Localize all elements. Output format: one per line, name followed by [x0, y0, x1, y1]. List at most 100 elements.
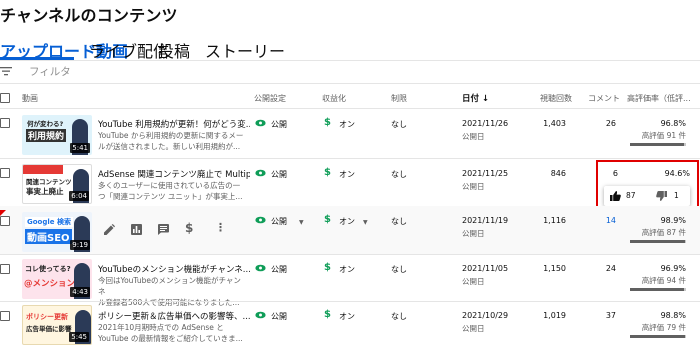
table-row[interactable]: コレ使ってる? @メンション 4:43 YouTubeのメンション機能がチャンネ… [0, 254, 700, 307]
date-status: 公開日 [462, 132, 485, 141]
tab-posts[interactable]: 投稿 [158, 38, 190, 62]
row-checkbox[interactable] [0, 264, 10, 274]
thumbnail-caption-bottom: 利用規約 [26, 129, 67, 142]
monetization-value: オン [339, 217, 355, 226]
video-title[interactable]: YouTube 利用規約が更新！何がどう変... [98, 118, 250, 130]
eye-icon [255, 169, 266, 177]
tab-live[interactable]: ライブ配信 [89, 38, 169, 62]
row-checkbox[interactable] [0, 216, 10, 226]
monetization-value[interactable]: オン [339, 264, 355, 275]
restrictions-value[interactable]: なし [391, 264, 407, 275]
column-header-date-label: 日付 [462, 94, 480, 104]
monetization-dropdown[interactable]: オン ▼ [339, 216, 368, 227]
video-thumbnail[interactable]: 何が変わる? 利用規約 5:41 [22, 115, 92, 155]
dollar-icon: $ [324, 167, 331, 178]
visibility-value[interactable]: 公開 [271, 264, 287, 275]
column-header-comments[interactable]: コメント [588, 93, 620, 104]
like-rate: 98.8% [660, 311, 686, 320]
restrictions-value[interactable]: なし [391, 169, 407, 180]
thumbnail-caption-top: ポリシー更新 [26, 313, 68, 321]
monetization-value[interactable]: オン [339, 169, 355, 180]
thumbnail-caption-top: 何が変わる? [27, 120, 64, 128]
visibility-value[interactable]: 公開 [271, 311, 287, 322]
video-description-line: 今回はYouTubeのメンション機能がチャンネ [98, 276, 241, 296]
video-thumbnail[interactable]: 関連コンテンツ 事実上廃止 6:04 [22, 164, 92, 204]
column-header-likes[interactable]: 高評価率（低評... [627, 93, 691, 104]
video-title[interactable]: AdSense 関連コンテンツ廃止で Multip... [98, 168, 250, 180]
analytics-icon[interactable] [131, 224, 142, 235]
column-header-monetization[interactable]: 収益化 [322, 93, 346, 104]
like-ratio-bar [630, 240, 686, 243]
thumbs-down-icon [656, 191, 667, 201]
comment-count: 24 [605, 264, 616, 273]
view-count: 1,150 [543, 264, 566, 273]
like-ratio-bar-fill [630, 143, 685, 146]
eye-icon [255, 311, 266, 319]
row-checkbox[interactable] [0, 311, 10, 321]
restrictions-value[interactable]: なし [391, 119, 407, 130]
video-thumbnail[interactable]: コレ使ってる? @メンション 4:43 [22, 259, 92, 299]
visibility-dropdown[interactable]: 公開 ▼ [271, 216, 304, 227]
table-row[interactable]: 関連コンテンツ 事実上廃止 6:04 AdSense 関連コンテンツ廃止で Mu… [0, 158, 700, 206]
monetization-value[interactable]: オン [339, 119, 355, 130]
video-thumbnail[interactable]: Google 検索 動画SEO 9:19 [22, 212, 92, 252]
table-row[interactable]: ポリシー更新 広告単価に影響 5:45 ポリシー更新＆広告単価への影響等、...… [0, 301, 700, 355]
thumbnail-banner [23, 165, 63, 174]
date-status: 公開日 [462, 277, 485, 286]
like-ratio-bar [630, 143, 686, 146]
restrictions-value[interactable]: なし [391, 216, 407, 227]
visibility-value[interactable]: 公開 [271, 119, 287, 130]
row-checkbox[interactable] [0, 118, 10, 128]
comments-icon[interactable] [158, 224, 169, 235]
video-title[interactable]: ポリシー更新＆広告単価への影響等、... [98, 310, 250, 322]
monetization-dollar-icon[interactable]: $ [185, 221, 193, 235]
like-ratio-bar-fill [630, 288, 685, 291]
dollar-icon: $ [324, 117, 331, 128]
page-title: チャンネルのコンテンツ [0, 6, 178, 25]
video-duration: 5:45 [69, 332, 89, 342]
tab-stories[interactable]: ストーリー [205, 38, 285, 62]
edit-pencil-icon[interactable] [104, 224, 115, 235]
divider [0, 83, 700, 84]
like-ratio-bar [630, 288, 686, 291]
video-description-line: 2021年10月期時点での AdSense と [98, 323, 224, 332]
like-count: 高評価 91 件 [641, 131, 686, 140]
column-header-restrictions[interactable]: 制限 [391, 93, 407, 104]
column-header-visibility[interactable]: 公開設定 [254, 93, 286, 104]
publish-date: 2021/11/19 [462, 216, 509, 225]
restrictions-value[interactable]: なし [391, 311, 407, 322]
date-status: 公開日 [462, 229, 485, 238]
video-title[interactable]: YouTubeのメンション機能がチャンネ... [98, 263, 250, 275]
video-duration: 5:41 [70, 143, 90, 153]
view-count: 1,019 [543, 311, 566, 320]
table-row[interactable]: 何が変わる? 利用規約 5:41 YouTube 利用規約が更新！何がどう変..… [0, 108, 700, 158]
more-options-icon[interactable]: ⋮ [215, 221, 226, 234]
like-dislike-highlight: 6 94.6% 87 1 [596, 160, 699, 212]
comment-count-link[interactable]: 14 [586, 216, 616, 225]
date-status: 公開日 [462, 182, 485, 191]
video-description-line: YouTube から利用規約の更新に関するメー [98, 131, 244, 140]
comment-count: 6 [612, 169, 618, 178]
thumbnail-caption-top: Google 検索 [25, 217, 73, 227]
column-header-date[interactable]: 日付 ↓ [462, 92, 489, 104]
like-ratio-bar [630, 335, 686, 338]
comment-count: 26 [605, 119, 616, 128]
filter-input[interactable]: フィルタ [29, 64, 71, 79]
column-header-views[interactable]: 視聴回数 [540, 93, 572, 104]
sort-arrow-down-icon: ↓ [481, 94, 490, 104]
eye-icon [255, 216, 266, 224]
video-duration: 6:04 [69, 191, 89, 201]
filter-icon[interactable] [0, 66, 12, 76]
select-all-checkbox[interactable] [0, 93, 10, 103]
row-checkbox[interactable] [0, 168, 10, 178]
like-count: 高評価 79 件 [641, 323, 686, 332]
thumbs-up-icon [610, 191, 621, 201]
chevron-down-icon: ▼ [363, 219, 368, 226]
visibility-value[interactable]: 公開 [271, 169, 287, 180]
table-row-hovered[interactable]: Google 検索 動画SEO 9:19 $ ⋮ 公開 ▼ $ オン ▼ なし 20… [0, 206, 700, 254]
publish-date: 2021/10/29 [462, 311, 509, 320]
video-thumbnail[interactable]: ポリシー更新 広告単価に影響 5:45 [22, 305, 92, 345]
monetization-value[interactable]: オン [339, 311, 355, 322]
video-description: 多くのユーザーに使用されている広告の一 つ「関連コンテンツ ユニット」が事実上..… [98, 180, 248, 202]
view-count: 1,403 [543, 119, 566, 128]
